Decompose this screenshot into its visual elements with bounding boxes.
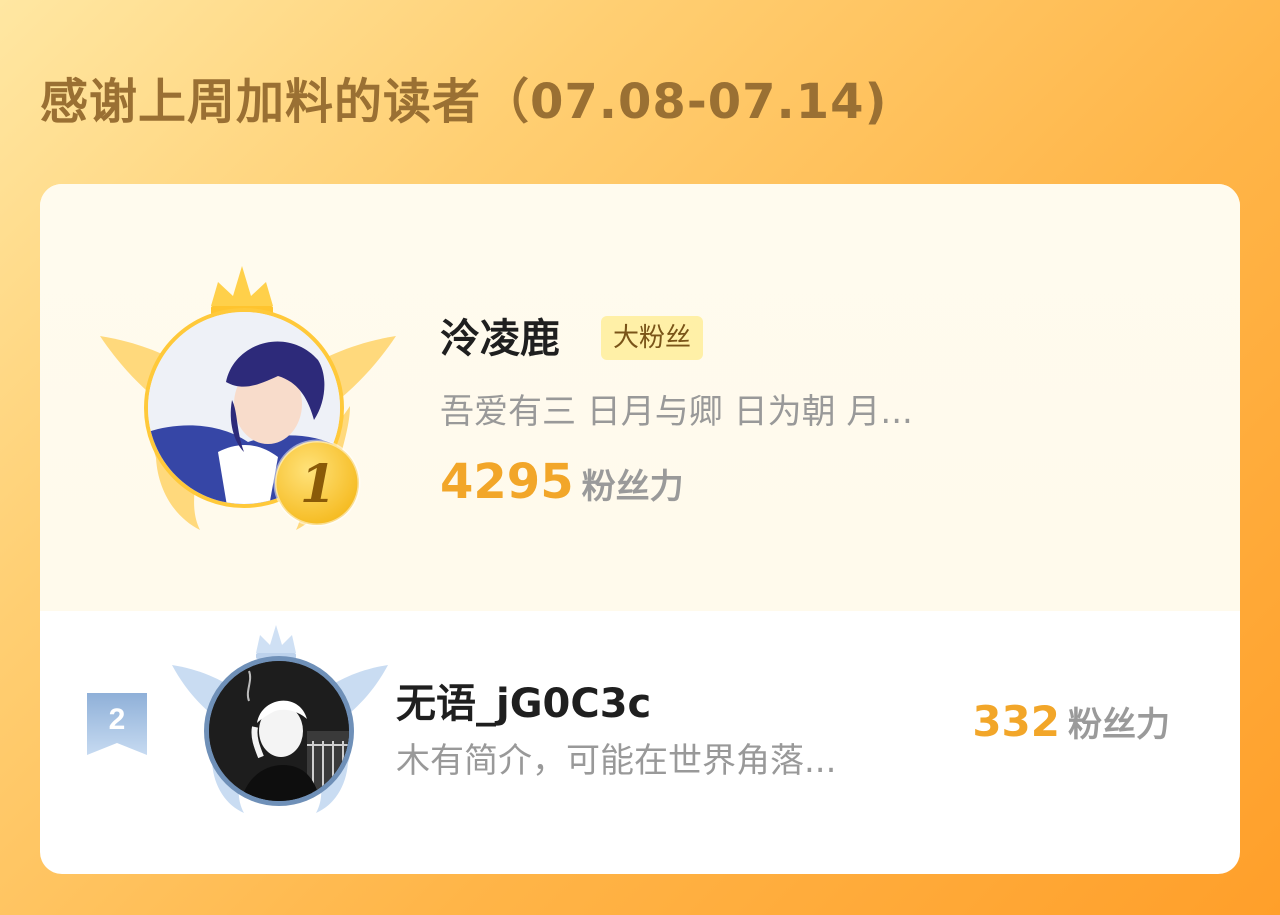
reader-name[interactable]: 泠凌鹿 (440, 306, 560, 364)
reader-row-rank-2[interactable]: 2 无语_jG0C3c 木有简介，可能在世界角落... 332 粉丝力 (40, 611, 1240, 874)
reader-row-rank-1[interactable]: 1 泠凌鹿 大粉丝 吾爱有三 日月与卿 日为朝 月... 4295 粉丝力 (40, 184, 1240, 611)
rank-number: 2 (109, 703, 126, 736)
rank-ribbon-icon: 2 (87, 693, 147, 755)
fan-power-score: 4295 粉丝力 (440, 454, 684, 510)
fan-power-score: 332 粉丝力 (972, 697, 1170, 746)
rank-1-medal-icon: 1 (273, 439, 361, 527)
page-title: 感谢上周加料的读者（07.08-07.14) (40, 74, 888, 130)
rank-number: 1 (300, 454, 336, 515)
reader-ranking-card: 1 泠凌鹿 大粉丝 吾爱有三 日月与卿 日为朝 月... 4295粉丝力 2 (40, 184, 1240, 874)
reader-name[interactable]: 无语_jG0C3c (396, 671, 651, 729)
reader-bio: 木有简介，可能在世界角落... (396, 741, 837, 781)
fan-level-badge: 大粉丝 (601, 316, 704, 360)
fan-power-unit: 粉丝力 (581, 467, 684, 507)
fan-power-value: 4295 (440, 454, 574, 510)
fan-power-unit: 粉丝力 (1068, 705, 1170, 745)
avatar[interactable] (204, 656, 354, 806)
reader-bio: 吾爱有三 日月与卿 日为朝 月... (440, 392, 913, 432)
fan-power-value: 332 (972, 697, 1060, 746)
